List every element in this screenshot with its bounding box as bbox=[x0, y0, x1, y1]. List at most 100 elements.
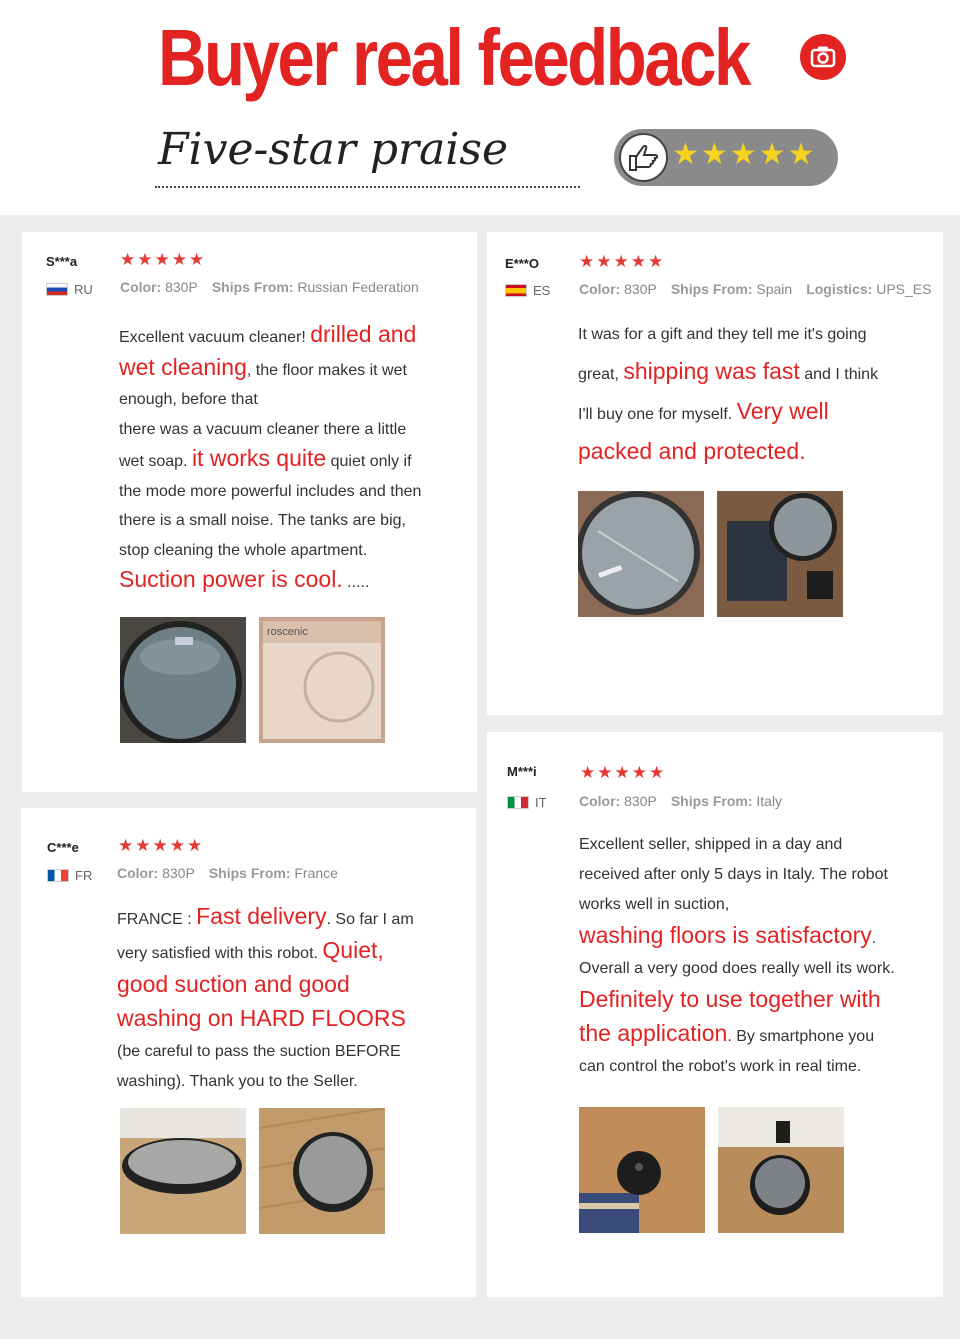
country-code: IT bbox=[535, 795, 547, 810]
review-text-span: It was for a gift and they tell me it's … bbox=[578, 326, 867, 343]
review-card: C***e FR ★★★★★ Color: 830P Ships From: Fr… bbox=[21, 808, 476, 1297]
review-card: M***i IT ★★★★★ Color: 830P Ships From: It… bbox=[487, 732, 943, 1297]
review-text-span: wet soap. bbox=[119, 453, 192, 470]
ships-from-label: Ships From: bbox=[211, 279, 294, 295]
highlight-text: shipping was fast bbox=[623, 358, 800, 384]
review-line: Definitely to use together with bbox=[579, 984, 895, 1018]
review-text-span: FRANCE : bbox=[117, 911, 197, 928]
review-text-span: I'll buy one for myself. bbox=[578, 406, 737, 423]
review-line: works well in suction, bbox=[579, 890, 895, 920]
review-photo[interactable] bbox=[718, 1107, 844, 1233]
star-rating: ★★★★★ bbox=[579, 252, 666, 272]
review-photo[interactable] bbox=[259, 1108, 385, 1234]
logistics-value: UPS_ES bbox=[876, 281, 932, 297]
review-text-span: received after only 5 days in Italy. The… bbox=[579, 866, 888, 883]
country-code: FR bbox=[75, 868, 93, 883]
review-line: packed and protected. bbox=[578, 433, 878, 473]
review-text-span: and I think bbox=[799, 366, 879, 383]
review-photo[interactable] bbox=[578, 491, 704, 617]
spain-flag-icon bbox=[505, 284, 527, 297]
review-text-span: Overall a very good does really well its… bbox=[579, 960, 895, 977]
reviewer-country: RU bbox=[46, 282, 93, 297]
review-card: S***a RU ★★★★★ Color: 830P Ships From: Ru… bbox=[22, 232, 477, 792]
review-line: It was for a gift and they tell me it's … bbox=[578, 317, 878, 353]
reviewer-name: C***e bbox=[47, 840, 79, 855]
color-value: 830P bbox=[165, 279, 198, 295]
review-text-span: very satisfied with this robot. bbox=[117, 945, 323, 962]
highlight-text: it works quite bbox=[191, 445, 327, 471]
review-text-span: Excellent vacuum cleaner! bbox=[119, 329, 311, 346]
review-line: received after only 5 days in Italy. The… bbox=[579, 860, 895, 890]
rating-pill: ★★★★★ bbox=[614, 129, 838, 186]
review-line: wet soap. it works quite quiet only if bbox=[119, 444, 421, 477]
highlight-text: Fast delivery bbox=[196, 903, 327, 929]
country-code: RU bbox=[74, 282, 93, 297]
review-line: FRANCE : Fast delivery. So far I am bbox=[117, 901, 414, 935]
review-card: E***O ES ★★★★★ Color: 830P Ships From: Sp… bbox=[487, 232, 943, 715]
subtitle-underline bbox=[155, 186, 580, 188]
review-photo[interactable] bbox=[579, 1107, 705, 1233]
review-text-span: ..... bbox=[342, 574, 370, 591]
reviewer-country: IT bbox=[507, 795, 547, 810]
review-line: Excellent seller, shipped in a day and bbox=[579, 830, 895, 860]
review-text-span: (be careful to pass the suction BEFORE bbox=[117, 1043, 401, 1060]
review-text: It was for a gift and they tell me it's … bbox=[578, 317, 878, 473]
review-photo[interactable] bbox=[120, 1108, 246, 1234]
color-value: 830P bbox=[624, 793, 657, 809]
camera-icon bbox=[800, 34, 846, 80]
review-text-span: great, bbox=[578, 366, 624, 383]
review-line: wet cleaning, the floor makes it wet bbox=[119, 353, 421, 386]
thumbs-up-icon bbox=[619, 133, 668, 182]
france-flag-icon bbox=[47, 869, 69, 882]
color-label: Color: bbox=[117, 865, 159, 881]
review-text-span: , the floor makes it wet bbox=[246, 361, 407, 379]
review-line: very satisfied with this robot. Quiet, bbox=[117, 935, 414, 969]
review-line: good suction and good bbox=[117, 969, 414, 1003]
review-photo[interactable] bbox=[717, 491, 843, 617]
review-text-span: quiet only if bbox=[326, 453, 412, 470]
review-line: there was a vacuum cleaner there a littl… bbox=[119, 415, 421, 445]
color-label: Color: bbox=[120, 279, 162, 295]
review-text-span: the mode more powerful includes and then bbox=[119, 482, 422, 500]
review-text: Excellent seller, shipped in a day and re… bbox=[579, 830, 895, 1082]
reviewer-country: ES bbox=[505, 283, 550, 298]
ships-from-label: Ships From: bbox=[670, 793, 753, 809]
color-label: Color: bbox=[579, 793, 621, 809]
review-text-span: stop cleaning the whole apartment. bbox=[119, 541, 368, 559]
color-value: 830P bbox=[624, 281, 657, 297]
review-text-span: Excellent seller, shipped in a day and bbox=[579, 836, 843, 853]
review-text-span: can control the robot's work in real tim… bbox=[579, 1058, 862, 1075]
svg-text:roscenic: roscenic bbox=[267, 626, 308, 638]
highlight-text: washing floors is satisfactory bbox=[579, 922, 872, 948]
review-photo[interactable]: roscenic bbox=[259, 617, 385, 743]
ships-from-label: Ships From: bbox=[670, 281, 753, 297]
highlight-text: drilled and bbox=[310, 321, 417, 347]
review-line: stop cleaning the whole apartment. bbox=[119, 536, 421, 566]
ships-from-value: France bbox=[294, 865, 338, 881]
italy-flag-icon bbox=[507, 796, 529, 809]
logistics-label: Logistics: bbox=[806, 281, 873, 297]
review-meta: Color: 830P Ships From: Spain Logistics: U… bbox=[579, 281, 931, 297]
review-text-span: there was a vacuum cleaner there a littl… bbox=[119, 420, 407, 438]
highlight-text: Suction power is cool. bbox=[119, 566, 343, 592]
review-line: washing). Thank you to the Seller. bbox=[117, 1067, 414, 1097]
page-subtitle: Five-star praise bbox=[158, 124, 509, 175]
review-line: Suction power is cool. ..... bbox=[119, 565, 421, 598]
page-title: Buyer real feedback bbox=[158, 13, 751, 102]
ships-from-value: Russian Federation bbox=[297, 279, 419, 295]
review-text: FRANCE : Fast delivery. So far I am very … bbox=[117, 901, 414, 1097]
review-line: enough, before that bbox=[119, 385, 421, 415]
review-meta: Color: 830P Ships From: Russian Federatio… bbox=[120, 279, 419, 295]
star-rating: ★★★★★ bbox=[118, 836, 205, 856]
highlight-text: wet cleaning bbox=[119, 353, 247, 380]
review-text-span: . bbox=[871, 930, 877, 947]
star-rating: ★★★★★ bbox=[580, 763, 667, 783]
review-photo[interactable] bbox=[120, 617, 246, 743]
review-line: washing on HARD FLOORS bbox=[117, 1003, 414, 1037]
review-text-span: there is a small noise. The tanks are bi… bbox=[119, 512, 406, 529]
review-text-span: works well in suction, bbox=[579, 896, 730, 913]
highlight-text: the application bbox=[579, 1020, 728, 1046]
review-line: great, shipping was fast and I think bbox=[578, 353, 878, 393]
review-line: the mode more powerful includes and then bbox=[119, 477, 421, 507]
highlight-text: good suction and good bbox=[117, 971, 350, 997]
